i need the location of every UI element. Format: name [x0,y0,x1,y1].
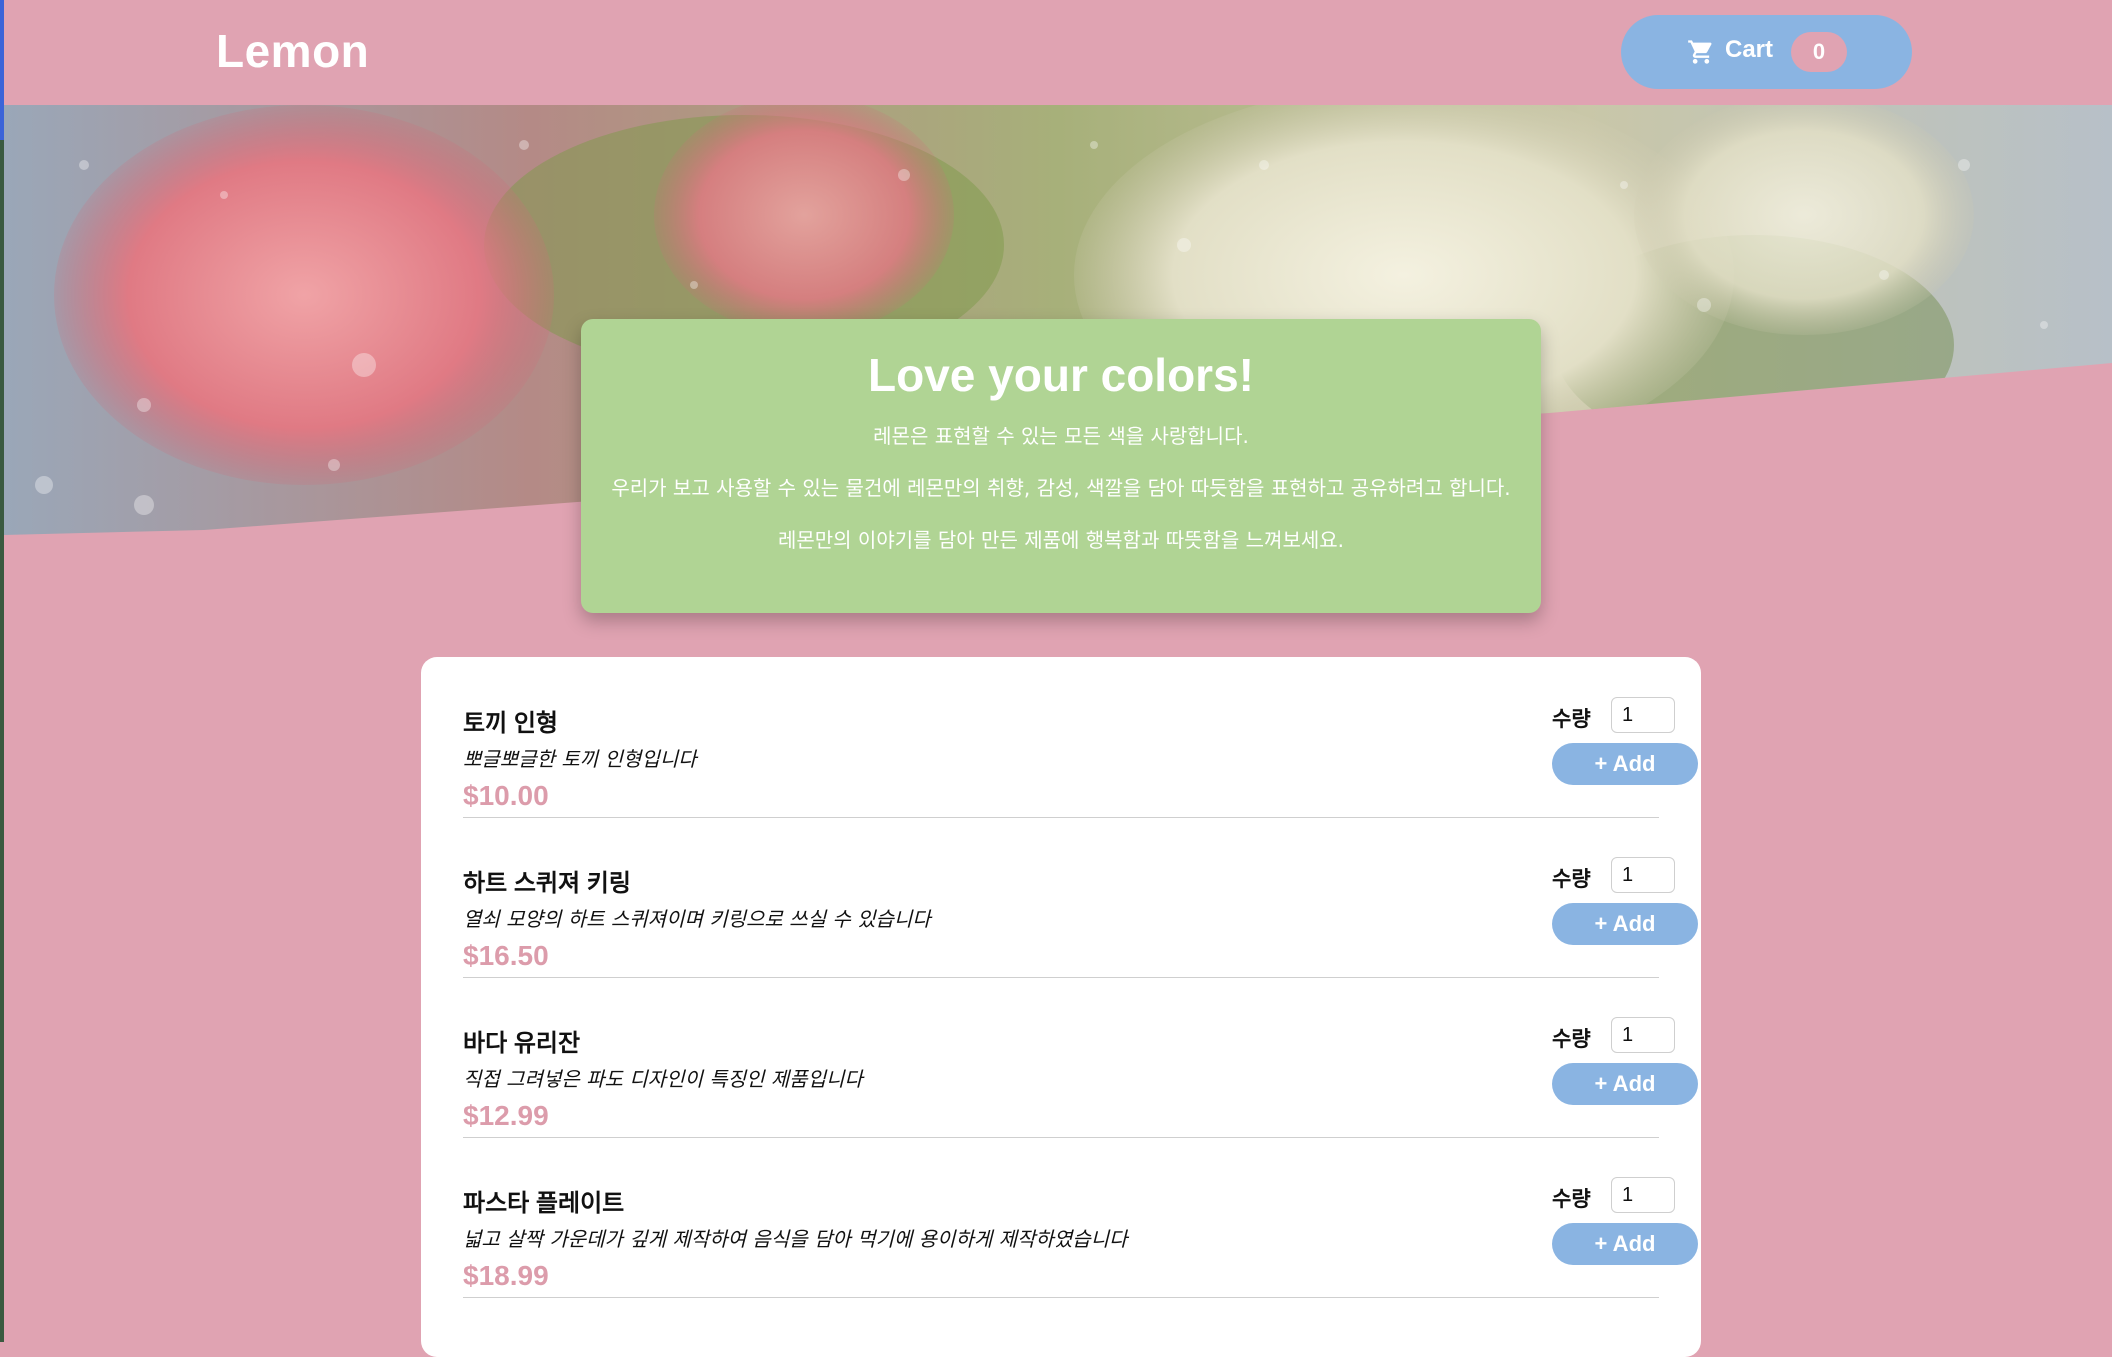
product-row: 토끼 인형 뽀글뽀글한 토끼 인형입니다 $10.00 수량 + Add [463,657,1698,818]
product-description: 직접 그려넣은 파도 디자인이 특징인 제품입니다 [463,1067,863,1091]
product-row: 바다 유리잔 직접 그려넣은 파도 디자인이 특징인 제품입니다 $12.99 … [463,977,1698,1138]
product-name: 하트 스퀴져 키링 [463,870,631,897]
quantity-label: 수량 [1552,708,1591,731]
product-row: 파스타 플레이트 넓고 살짝 가운데가 깊게 제작하여 음식을 담아 먹기에 용… [463,1137,1698,1298]
intro-line: 레몬만의 이야기를 담아 만든 제품에 행복함과 따뜻함을 느껴보세요. [777,528,1345,552]
quantity-input[interactable] [1611,857,1675,893]
quantity-input[interactable] [1611,697,1675,733]
quantity-label: 수량 [1552,1188,1591,1211]
add-to-cart-button[interactable]: + Add [1552,743,1698,785]
intro-line: 레몬은 표현할 수 있는 모든 색을 사랑합니다. [873,424,1249,448]
cart-label: Cart [1725,36,1774,63]
add-to-cart-button[interactable]: + Add [1552,1063,1698,1105]
product-name: 파스타 플레이트 [463,1190,625,1217]
add-to-cart-button[interactable]: + Add [1552,903,1698,945]
intro-line: 우리가 보고 사용할 수 있는 물건에 레몬만의 취향, 감성, 색깔을 담아 … [611,476,1511,500]
cart-count-badge: 0 [1791,32,1847,72]
product-name: 바다 유리잔 [463,1030,581,1057]
product-price: $18.99 [463,1260,549,1291]
add-to-cart-button[interactable]: + Add [1552,1223,1698,1265]
quantity-input[interactable] [1611,1017,1675,1053]
product-description: 뽀글뽀글한 토끼 인형입니다 [463,747,697,771]
quantity-input[interactable] [1611,1177,1675,1213]
product-price: $12.99 [463,1100,549,1131]
top-header: Lemon Cart 0 [4,0,2112,105]
product-description: 넓고 살짝 가운데가 깊게 제작하여 음식을 담아 먹기에 용이하게 제작하였습… [463,1227,1128,1251]
brand-logo[interactable]: Lemon [216,24,369,78]
product-price: $16.50 [463,940,549,971]
quantity-label: 수량 [1552,1028,1591,1051]
quantity-label: 수량 [1552,868,1591,891]
product-name: 토끼 인형 [463,710,558,737]
product-description: 열쇠 모양의 하트 스퀴져이며 키링으로 쓰실 수 있습니다 [463,907,931,931]
cart-button[interactable]: Cart 0 [1621,15,1912,89]
product-price: $10.00 [463,780,549,811]
shopping-cart-icon [1687,38,1715,66]
product-list: 토끼 인형 뽀글뽀글한 토끼 인형입니다 $10.00 수량 + Add 하트 … [421,657,1701,1357]
product-row: 하트 스퀴져 키링 열쇠 모양의 하트 스퀴져이며 키링으로 쓰실 수 있습니다… [463,817,1698,978]
intro-card: Love your colors! 레몬은 표현할 수 있는 모든 색을 사랑합… [581,319,1541,613]
intro-title: Love your colors! [868,349,1254,401]
